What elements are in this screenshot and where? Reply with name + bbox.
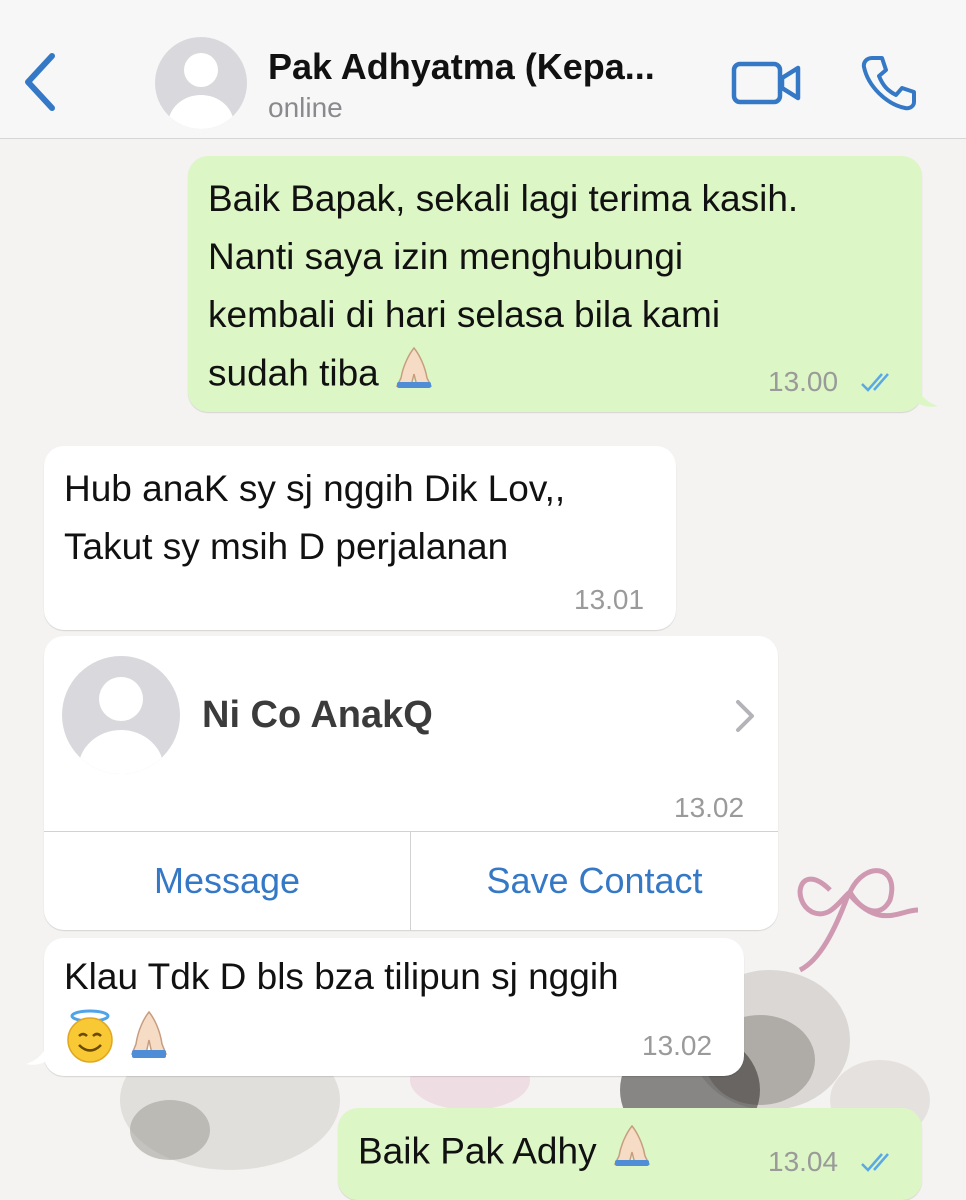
video-call-button[interactable] [730, 58, 802, 108]
message-time: 13.02 [642, 1030, 713, 1061]
chevron-right-icon[interactable] [734, 698, 758, 734]
contact-status: online [268, 92, 343, 123]
video-camera-icon [731, 61, 801, 105]
message-text: Hub anaK sy sj nggih Dik Lov,, Takut sy … [64, 468, 566, 567]
folded-hands-emoji [389, 344, 439, 407]
chat-header: Pak Adhyatma (Kepa... online [0, 0, 966, 139]
message-bubble-outgoing[interactable]: Baik Bapak, sekali lagi terima kasih. Na… [188, 156, 938, 412]
message-body: Klau Tdk D bls bza tilipun sj nggih [64, 956, 619, 997]
contact-avatar[interactable] [155, 37, 247, 129]
message-bubble-incoming[interactable]: Hub anaK sy sj nggih Dik Lov,, Takut sy … [44, 446, 676, 630]
message-contact-button[interactable]: Message [44, 832, 410, 930]
folded-hands-emoji [607, 1122, 657, 1185]
message-text: Baik Pak Adhy [358, 1122, 657, 1185]
read-ticks-icon [861, 1153, 889, 1172]
chevron-left-icon [25, 53, 55, 111]
bubble-tail [26, 1038, 50, 1065]
avatar-body [168, 95, 234, 129]
avatar-head [99, 677, 143, 721]
back-button[interactable] [18, 50, 62, 114]
phone-icon [861, 56, 916, 111]
avatar-body [78, 730, 164, 774]
contact-name[interactable]: Pak Adhyatma (Kepa... [268, 46, 718, 88]
message-bubble-outgoing[interactable]: Baik Pak Adhy 13.04 [338, 1108, 922, 1200]
smiling-halo-and-folded-hands-emoji [64, 1008, 184, 1069]
message-text: Baik Bapak, sekali lagi terima kasih. Na… [208, 170, 798, 407]
voice-call-button[interactable] [858, 52, 920, 112]
message-body: Baik Bapak, sekali lagi terima kasih. Na… [208, 178, 799, 394]
shared-contact-avatar [62, 656, 180, 774]
read-ticks-icon [861, 373, 889, 392]
message-time: 13.01 [574, 584, 645, 615]
shared-contact-name[interactable]: Ni Co AnakQ [202, 694, 433, 737]
bubble-tail [914, 380, 938, 407]
contact-card[interactable]: Ni Co AnakQ 13.02 Message Save Contact [44, 636, 778, 931]
avatar-head [184, 53, 218, 87]
message-time: 13.00 [768, 366, 839, 397]
message-body: Baik Pak Adhy [358, 1130, 597, 1172]
message-time: 13.02 [674, 792, 745, 823]
message-bubble-incoming[interactable]: Klau Tdk D bls bza tilipun sj nggih 13.0… [26, 938, 744, 1076]
message-text: Klau Tdk D bls bza tilipun sj nggih [64, 948, 619, 1006]
message-time: 13.04 [768, 1146, 839, 1177]
save-contact-button[interactable]: Save Contact [411, 832, 778, 930]
